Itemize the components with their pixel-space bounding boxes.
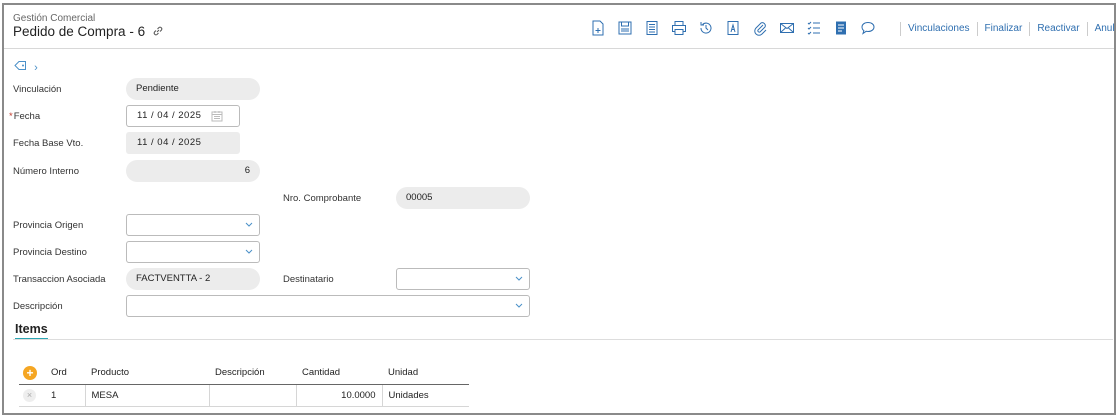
- add-row-button[interactable]: +: [23, 365, 37, 380]
- module-name: Gestión Comercial: [13, 13, 96, 24]
- nro-comprobante-field: 00005: [396, 187, 530, 209]
- destinatario-select[interactable]: [396, 268, 530, 290]
- new-document-icon[interactable]: [589, 19, 607, 37]
- column-header-producto: Producto: [85, 362, 209, 385]
- descripcion-label: Descripción: [13, 301, 63, 312]
- page-title: Pedido de Compra - 6: [13, 24, 164, 40]
- anular-link[interactable]: Anular: [1086, 22, 1114, 36]
- column-header-unidad: Unidad: [382, 362, 469, 385]
- add-column-header: +: [19, 362, 45, 385]
- chevron-down-icon: [515, 276, 523, 281]
- numero-interno-label: Número Interno: [13, 166, 80, 177]
- row-delete-cell: ×: [19, 384, 45, 407]
- page-title-text: Pedido de Compra - 6: [13, 24, 146, 39]
- provincia-destino-select[interactable]: [126, 241, 260, 263]
- fecha-label: *Fecha: [9, 111, 40, 122]
- notes-icon[interactable]: [832, 19, 850, 37]
- divider: [13, 339, 1113, 340]
- chevron-down-icon: [515, 303, 523, 308]
- provincia-origen-select[interactable]: [126, 214, 260, 236]
- table-row: × 1 MESA 10.0000 Unidades: [19, 384, 469, 407]
- cell-cantidad[interactable]: 10.0000: [296, 384, 383, 407]
- print-icon[interactable]: [670, 19, 688, 37]
- items-table: + Ord Producto Descripción Cantidad Unid…: [19, 362, 469, 407]
- provincia-origen-label: Provincia Origen: [13, 220, 84, 231]
- transaccion-field: FACTVENTTA - 2: [126, 268, 260, 290]
- destinatario-label: Destinatario: [283, 274, 334, 285]
- chevron-down-icon: [245, 249, 253, 254]
- fecha-field[interactable]: 11 / 04 / 2025: [126, 105, 240, 127]
- provincia-destino-label: Provincia Destino: [13, 247, 87, 258]
- comment-icon[interactable]: [859, 19, 877, 37]
- column-header-descripcion: Descripción: [209, 362, 296, 385]
- attach-icon[interactable]: [751, 19, 769, 37]
- delete-row-icon[interactable]: ×: [23, 388, 36, 402]
- column-header-ord: Ord: [45, 362, 85, 385]
- fecha-value: 11 / 04 / 2025: [137, 110, 202, 121]
- vinculacion-status: Pendiente: [126, 78, 260, 100]
- chevron-right-icon[interactable]: ›: [34, 62, 38, 74]
- required-marker: *: [9, 111, 13, 122]
- mail-icon[interactable]: [778, 19, 796, 37]
- text-document-icon[interactable]: [724, 19, 742, 37]
- fecha-base-label: Fecha Base Vto.: [13, 138, 84, 149]
- tag-icon[interactable]: [14, 61, 27, 74]
- table-header-row: + Ord Producto Descripción Cantidad Unid…: [19, 362, 469, 385]
- cell-unidad[interactable]: Unidades: [382, 384, 469, 407]
- column-header-cantidad: Cantidad: [296, 362, 382, 385]
- link-icon[interactable]: [152, 25, 164, 40]
- chevron-down-icon: [245, 222, 253, 227]
- fecha-label-text: Fecha: [13, 111, 41, 122]
- history-icon[interactable]: [697, 19, 715, 37]
- vinculaciones-link[interactable]: Vinculaciones: [900, 22, 977, 36]
- checklist-icon[interactable]: [805, 19, 823, 37]
- numero-interno-field: 6: [126, 160, 260, 182]
- reactivar-link[interactable]: Reactivar: [1029, 22, 1086, 36]
- nro-comprobante-label: Nro. Comprobante: [283, 193, 362, 204]
- cell-producto[interactable]: MESA: [85, 384, 210, 407]
- vinculacion-label: Vinculación: [13, 84, 62, 95]
- cell-ord[interactable]: 1: [45, 384, 86, 407]
- transaccion-label: Transaccion Asociada: [13, 274, 106, 285]
- copy-document-icon[interactable]: [643, 19, 661, 37]
- fecha-base-field: 11 / 04 / 2025: [126, 132, 240, 154]
- save-icon[interactable]: [616, 19, 634, 37]
- cell-descripcion[interactable]: [209, 384, 297, 407]
- action-links: VinculacionesFinalizarReactivarAnular: [900, 22, 1114, 36]
- descripcion-select[interactable]: [126, 295, 530, 317]
- finalizar-link[interactable]: Finalizar: [976, 22, 1030, 36]
- header: Gestión Comercial Pedido de Compra - 6 V…: [4, 5, 1114, 49]
- tags-row: ›: [14, 60, 38, 74]
- items-tab[interactable]: Items: [15, 322, 48, 340]
- calendar-icon[interactable]: [211, 110, 223, 122]
- window: Gestión Comercial Pedido de Compra - 6 V…: [2, 3, 1116, 415]
